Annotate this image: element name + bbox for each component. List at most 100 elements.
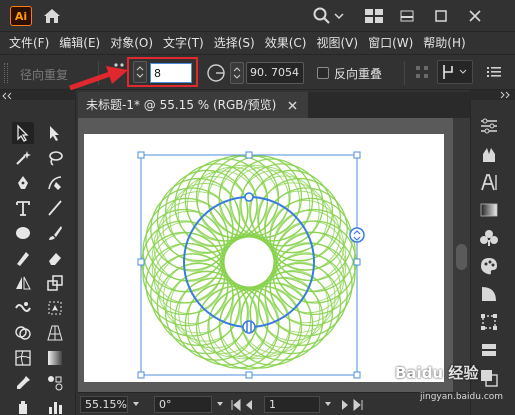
menu-file[interactable]: 文件(F) xyxy=(0,32,54,54)
transform-panel-icon[interactable] xyxy=(479,312,499,332)
rotation-field[interactable]: 0° xyxy=(154,396,212,413)
stepper-arrows-icon xyxy=(233,67,241,79)
zoom-dropdown-icon[interactable] xyxy=(132,401,140,407)
line-segment-tool[interactable] xyxy=(44,197,66,219)
magic-wand-tool[interactable] xyxy=(12,147,34,169)
artboard[interactable] xyxy=(84,134,444,382)
warp-tool[interactable] xyxy=(12,297,34,319)
graphic-styles-icon[interactable] xyxy=(479,284,499,304)
angle-stepper[interactable] xyxy=(230,62,244,84)
first-previous-artboard-icon[interactable] xyxy=(230,399,260,411)
align-panel-icon[interactable] xyxy=(479,340,499,360)
reverse-overlap-checkbox[interactable] xyxy=(317,67,329,79)
gradient-panel-icon[interactable] xyxy=(479,200,499,220)
angle-input[interactable]: 90. 7054 xyxy=(246,62,304,84)
close-tab-icon[interactable] xyxy=(288,101,297,110)
radius-handle[interactable] xyxy=(244,192,254,202)
warp-icon xyxy=(15,302,31,312)
lasso-tool[interactable] xyxy=(44,147,66,169)
properties-icon[interactable] xyxy=(479,116,499,136)
free-transform-tool[interactable] xyxy=(44,297,66,319)
eyedropper-tool[interactable] xyxy=(12,372,34,394)
reverse-overlap-label: 反向重叠 xyxy=(334,67,383,81)
pen-tool[interactable] xyxy=(12,172,34,194)
gradient-tool[interactable] xyxy=(44,347,66,369)
menu-select[interactable]: 选择(S) xyxy=(209,32,260,54)
symbol-sprayer-tool[interactable] xyxy=(12,396,34,415)
menu-effect[interactable]: 效果(C) xyxy=(260,32,312,54)
split-handle[interactable] xyxy=(242,320,256,334)
symbols-icon[interactable] xyxy=(479,228,499,248)
next-last-artboard-icon[interactable] xyxy=(338,399,368,411)
chevron-down-icon[interactable] xyxy=(334,12,344,20)
menu-view[interactable]: 视图(V) xyxy=(311,32,363,54)
zoom-value: 55.15% xyxy=(85,398,127,411)
restore-icon xyxy=(435,10,447,22)
search-icon[interactable] xyxy=(312,6,332,26)
panel-grip[interactable] xyxy=(4,63,8,83)
document-tab-title: 未标题-1* @ 55.15 % (RGB/预览) xyxy=(86,98,277,112)
scale-tool[interactable] xyxy=(44,272,66,294)
menu-help[interactable]: 帮助(H) xyxy=(418,32,470,54)
transform-dropdown[interactable] xyxy=(437,60,473,84)
canvas-area[interactable] xyxy=(78,118,453,392)
panel-menu-icon[interactable] xyxy=(486,65,502,79)
shaper-tool[interactable] xyxy=(12,247,34,269)
instances-input[interactable] xyxy=(150,63,192,83)
close-window-button[interactable] xyxy=(460,0,490,32)
menu-edit[interactable]: 编辑(E) xyxy=(54,32,105,54)
brushes-icon[interactable] xyxy=(479,144,499,164)
scrollbar-thumb[interactable] xyxy=(456,244,467,270)
instances-stepper[interactable] xyxy=(133,61,147,83)
selection-arrow-icon xyxy=(17,124,29,142)
color-palette-icon[interactable] xyxy=(479,256,499,276)
restore-button[interactable] xyxy=(426,0,456,32)
menu-type[interactable]: 文字(T) xyxy=(158,32,209,54)
direct-selection-tool[interactable] xyxy=(44,122,66,144)
menu-bar: 文件(F) 编辑(E) 对象(O) 文字(T) 选择(S) 效果(C) 视图(V… xyxy=(0,32,515,54)
column-graph-tool[interactable] xyxy=(44,396,66,415)
artboard-dropdown-icon[interactable] xyxy=(324,401,332,407)
pathfinder-icon[interactable] xyxy=(479,368,499,388)
menu-window[interactable]: 窗口(W) xyxy=(363,32,418,54)
blend-tool[interactable] xyxy=(44,372,66,394)
tools-panel xyxy=(0,100,76,415)
arrange-documents-icon[interactable] xyxy=(364,8,384,24)
mesh-tool[interactable] xyxy=(12,347,34,369)
type-tool[interactable] xyxy=(12,197,34,219)
angle-value: 90. 7054 xyxy=(250,66,299,79)
eraser-tool[interactable] xyxy=(44,247,66,269)
artboard-number: 1 xyxy=(269,398,276,411)
align-grid-icon[interactable] xyxy=(414,64,430,80)
ellipse-tool[interactable] xyxy=(12,222,34,244)
menu-object[interactable]: 对象(O) xyxy=(105,32,158,54)
instances-widget[interactable] xyxy=(349,227,365,243)
ellipse-icon xyxy=(16,227,30,239)
character-icon[interactable] xyxy=(479,172,499,192)
free-transform-icon xyxy=(48,301,62,315)
rotate-tool[interactable] xyxy=(12,272,34,294)
panel-collapse-strip[interactable] xyxy=(470,90,515,100)
artboard-number-field[interactable]: 1 xyxy=(264,396,320,413)
transform-icon xyxy=(443,65,467,79)
selection-tool[interactable] xyxy=(12,122,34,144)
paintbrush-tool[interactable] xyxy=(44,222,66,244)
shaper-icon xyxy=(17,252,29,266)
app-logo: Ai xyxy=(10,6,32,26)
watermark-url: jingyan.baidu.com xyxy=(420,392,504,402)
perspective-grid-tool[interactable] xyxy=(44,322,66,344)
minimize-icon xyxy=(400,10,414,22)
shape-builder-icon xyxy=(15,326,31,340)
shape-builder-tool[interactable] xyxy=(12,322,34,344)
vertical-scrollbar[interactable] xyxy=(453,118,470,392)
radial-repeat-artwork[interactable] xyxy=(84,134,444,382)
minimize-button[interactable] xyxy=(392,0,422,32)
toolbar-collapse-strip[interactable] xyxy=(0,90,76,100)
magic-wand-icon xyxy=(16,151,31,165)
rotation-dropdown-icon[interactable] xyxy=(216,401,224,407)
zoom-field[interactable]: 55.15% xyxy=(80,396,128,413)
divider xyxy=(404,61,405,85)
document-tab[interactable]: 未标题-1* @ 55.15 % (RGB/预览) xyxy=(78,92,308,118)
home-icon[interactable] xyxy=(42,7,62,25)
curvature-tool[interactable] xyxy=(44,172,66,194)
